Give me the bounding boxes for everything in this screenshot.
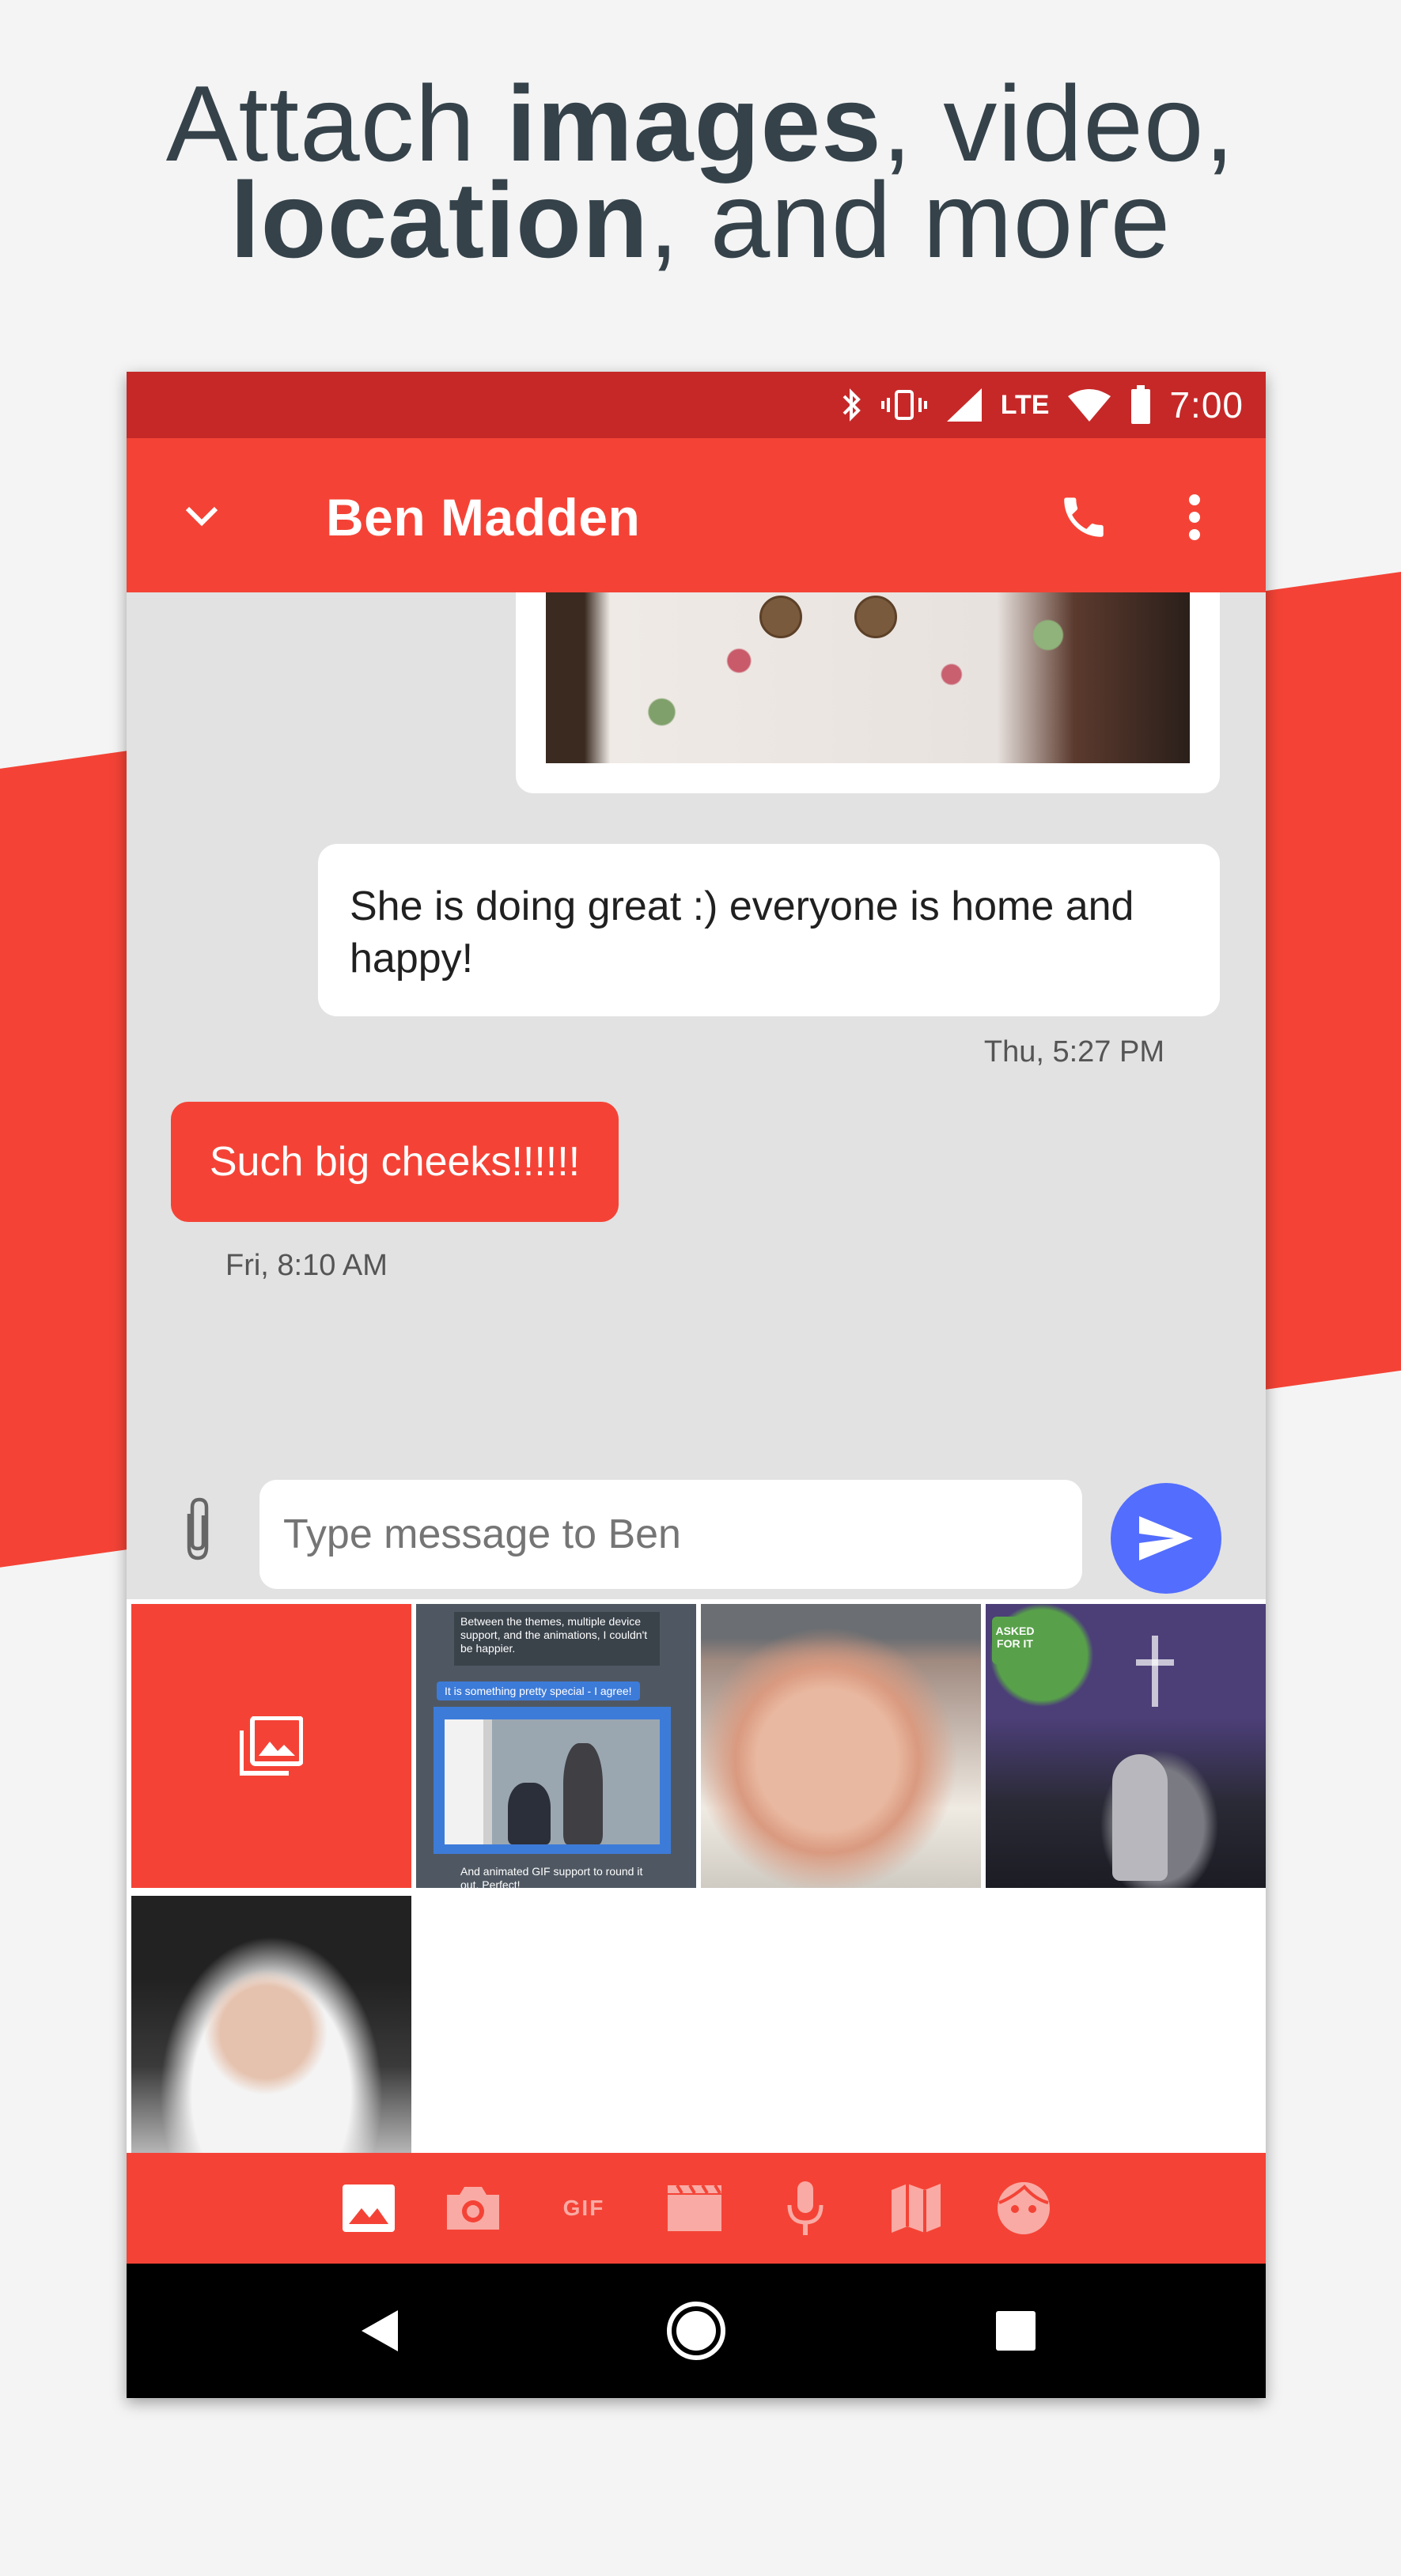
paperclip-icon[interactable] [165, 1489, 231, 1568]
gallery-thumbnail[interactable] [131, 1896, 411, 2180]
wifi-icon [1066, 387, 1112, 423]
incoming-message-bubble[interactable]: She is doing great :) everyone is home a… [318, 844, 1220, 1016]
vibrate-icon [880, 387, 928, 423]
message-input[interactable] [259, 1480, 1082, 1589]
phone-screen: LTE 7:00 Ben Madden She is doing great:… [127, 372, 1266, 2398]
system-nav-bar [127, 2264, 1266, 2398]
battery-icon [1130, 385, 1152, 425]
video-icon[interactable] [663, 2177, 726, 2240]
thumbnail-chip: It is something pretty special - I agree… [437, 1681, 640, 1700]
message-timestamp: Fri, 8:10 AM [225, 1249, 388, 1282]
thumbnail-frame [434, 1707, 671, 1854]
gallery-thumbnail[interactable]: ASKED FOR IT [986, 1604, 1266, 1888]
headline-line-1: Attach images, video, [0, 70, 1401, 177]
app-bar: Ben Madden [127, 438, 1266, 592]
sticker-icon[interactable] [992, 2177, 1055, 2240]
more-vert-icon[interactable] [1179, 486, 1210, 549]
headline-bold-text: location [229, 160, 649, 280]
headline-text: , and more [649, 160, 1172, 280]
status-bar: LTE 7:00 [127, 372, 1266, 438]
phone-icon[interactable] [1052, 486, 1115, 549]
bluetooth-icon [839, 387, 863, 423]
back-icon[interactable] [348, 2299, 411, 2362]
photo-detail [759, 596, 802, 638]
photo-library-icon [240, 1715, 303, 1776]
outgoing-message-bubble[interactable]: Such big cheeks!!!!!! [171, 1102, 619, 1222]
image-message-bubble[interactable] [516, 592, 1220, 793]
home-icon[interactable] [665, 2299, 728, 2362]
gallery-picker-tile[interactable] [131, 1604, 411, 1888]
headline: Attach images, video, location, and more [0, 70, 1401, 274]
signal-icon [945, 387, 983, 423]
gallery-icon[interactable] [337, 2177, 400, 2240]
map-icon[interactable] [884, 2177, 948, 2240]
network-type: LTE [1000, 389, 1050, 420]
send-button[interactable] [1111, 1483, 1221, 1594]
conversation: She is doing great :) everyone is home a… [127, 592, 1266, 1448]
message-timestamp: Thu, 5:27 PM [983, 1035, 1164, 1069]
recents-icon[interactable] [984, 2299, 1047, 2362]
clock: 7:00 [1169, 384, 1244, 426]
attachment-toolbar: GIF [127, 2153, 1266, 2264]
contact-name: Ben Madden [326, 488, 641, 547]
media-gallery: Between the themes, multiple device supp… [127, 1599, 1266, 2180]
photo-detail [854, 596, 897, 638]
gif-label: GIF [562, 2196, 605, 2220]
message-composer [127, 1448, 1266, 1599]
thumbnail-text: Between the themes, multiple device supp… [460, 1615, 648, 1655]
chevron-down-icon[interactable] [174, 490, 229, 541]
send-icon [1139, 1516, 1193, 1560]
thumbnail-text: And animated GIF support to round it out… [460, 1865, 643, 1888]
gallery-thumbnail[interactable] [701, 1604, 981, 1888]
church-sign: ASKED FOR IT [992, 1617, 1038, 1664]
message-photo[interactable] [546, 592, 1190, 763]
microphone-icon[interactable] [774, 2177, 837, 2240]
gallery-thumbnail[interactable]: Between the themes, multiple device supp… [416, 1604, 696, 1888]
camera-icon[interactable] [441, 2177, 505, 2240]
gif-icon[interactable]: GIF [552, 2177, 615, 2240]
headline-line-2: location, and more [0, 166, 1401, 274]
